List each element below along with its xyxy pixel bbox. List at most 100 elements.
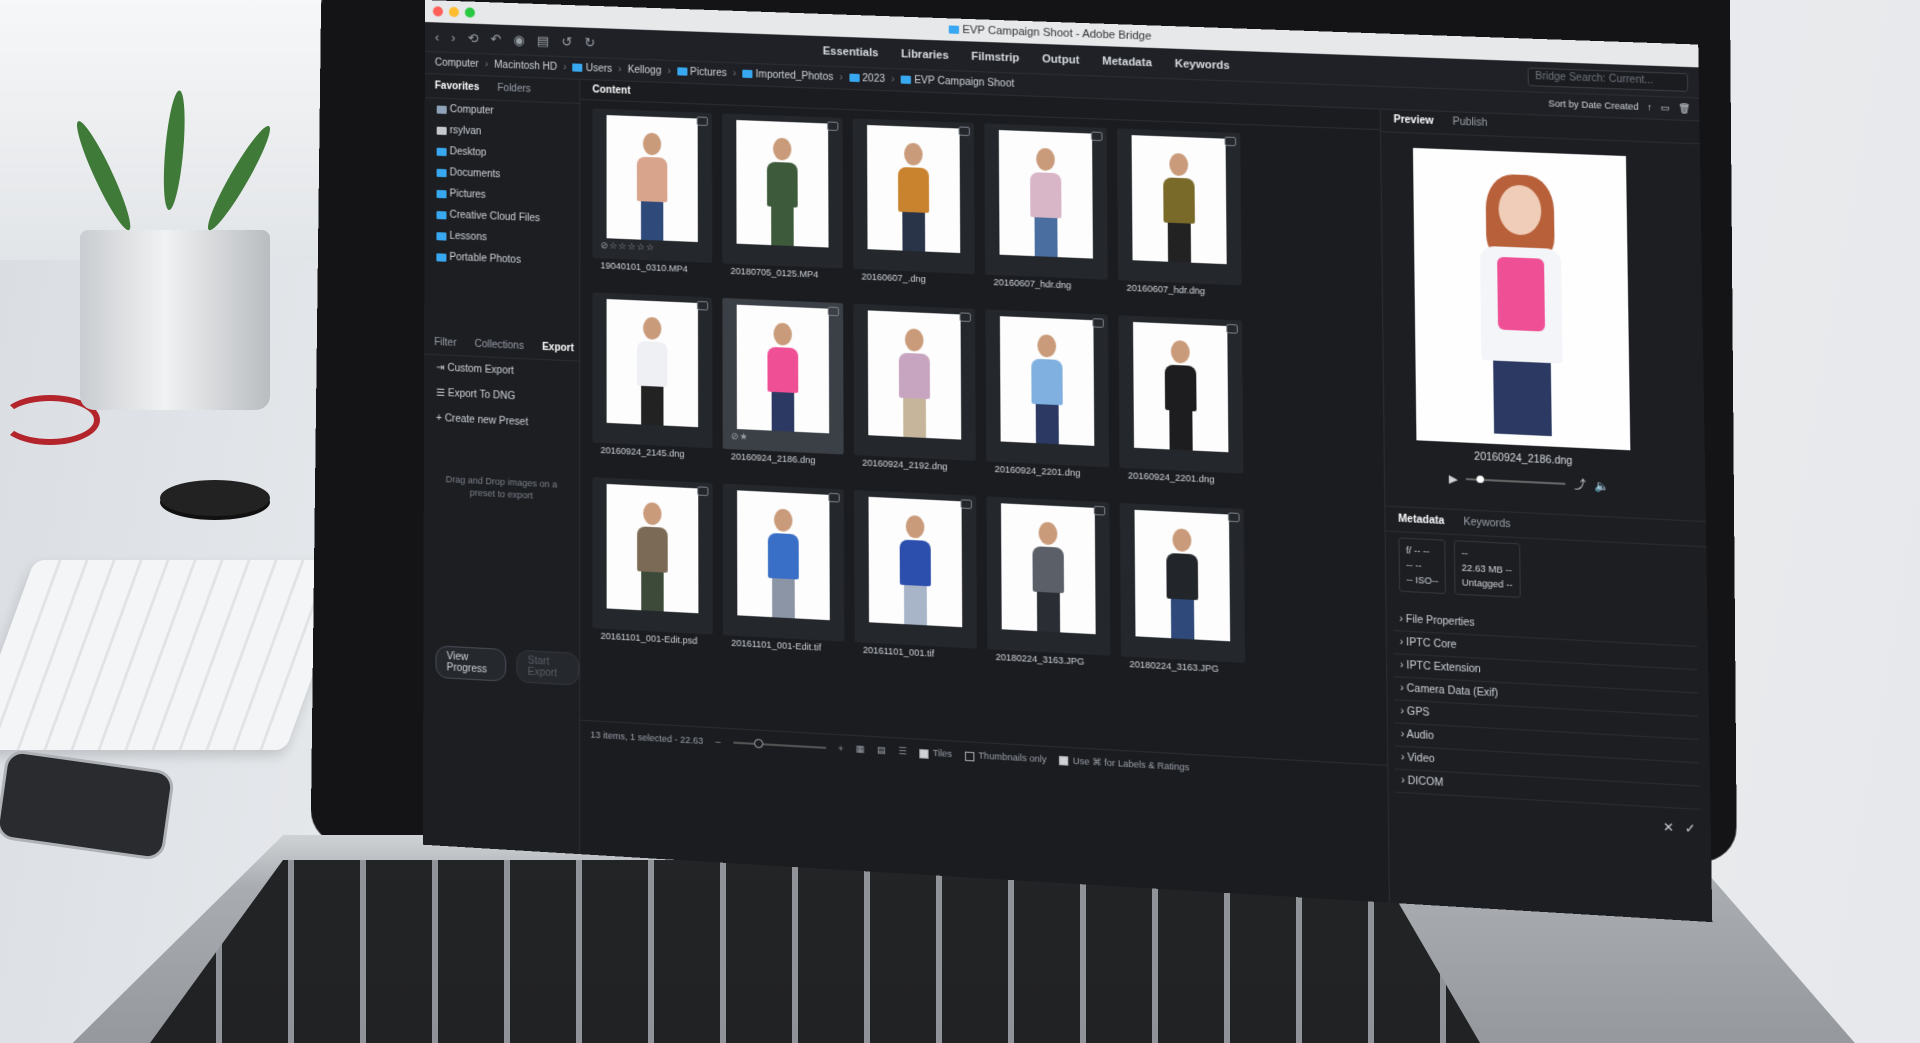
- tab-keywords[interactable]: Keywords: [1464, 517, 1511, 531]
- camera-raw-badge-icon[interactable]: [1092, 318, 1104, 328]
- zoom-window-button[interactable]: [465, 7, 475, 17]
- trash-icon[interactable]: 🗑: [1678, 102, 1690, 114]
- thumbnail-image: [737, 490, 830, 620]
- zoom-in-icon[interactable]: +: [838, 743, 843, 754]
- tiles-checkbox[interactable]: Tiles: [919, 747, 952, 759]
- thumbnail-item[interactable]: 20161101_001.tif: [854, 490, 977, 649]
- thumbnail-item[interactable]: ⊘☆☆☆☆☆ 19040101_0310.MP4: [592, 108, 712, 263]
- workspace-output[interactable]: Output: [1042, 53, 1079, 67]
- rating-stars[interactable]: ⊘☆☆☆☆☆: [600, 240, 655, 253]
- boomerang-icon[interactable]: ↶: [490, 31, 501, 47]
- volume-icon[interactable]: 🔈: [1595, 478, 1610, 492]
- camera-raw-badge-icon[interactable]: [1091, 132, 1102, 142]
- media-player: ▶ ⤴ 🔈: [1449, 471, 1610, 493]
- tab-export[interactable]: Export: [542, 342, 574, 355]
- rotate-right-icon[interactable]: ↻: [584, 34, 595, 50]
- sort-direction-icon[interactable]: ↑: [1647, 102, 1652, 113]
- thumbnails-only-checkbox[interactable]: Thumbnails only: [965, 750, 1047, 765]
- thumbnail-item[interactable]: 20180224_3163.JPG: [986, 496, 1110, 655]
- camera-raw-badge-icon[interactable]: [697, 116, 708, 126]
- camera-raw-badge-icon[interactable]: [1226, 324, 1238, 334]
- thumbnail-item[interactable]: 20160607_hdr.dng: [1117, 128, 1242, 285]
- person-figure: [1030, 148, 1062, 258]
- forward-icon[interactable]: ›: [451, 29, 455, 45]
- thumbnail-item[interactable]: 20161101_001-Edit.psd: [592, 477, 712, 634]
- export-frame-icon[interactable]: ⤴: [1574, 476, 1586, 493]
- sort-dropdown[interactable]: Sort by Date Created: [1548, 98, 1639, 112]
- new-folder-icon[interactable]: ▭: [1661, 102, 1670, 114]
- camera-raw-badge-icon[interactable]: [961, 499, 972, 509]
- thumbnail-image: [737, 305, 830, 434]
- breadcrumb-pictures[interactable]: Pictures: [677, 66, 727, 79]
- zoom-out-icon[interactable]: –: [716, 736, 721, 747]
- breadcrumb-2023[interactable]: 2023: [849, 73, 885, 85]
- cancel-icon[interactable]: ✕: [1663, 819, 1674, 834]
- apply-icon[interactable]: ✓: [1685, 821, 1696, 836]
- rotate-left-icon[interactable]: ↺: [561, 33, 572, 49]
- tab-folders[interactable]: Folders: [497, 83, 531, 95]
- thumbnail-item[interactable]: 20160607_hdr.dng: [984, 123, 1107, 279]
- workspace-filmstrip[interactable]: Filmstrip: [971, 50, 1019, 64]
- breadcrumb-evp-campaign-shoot[interactable]: EVP Campaign Shoot: [901, 74, 1014, 89]
- refine-icon[interactable]: ▤: [537, 33, 549, 50]
- grid-view-icon[interactable]: ▦: [856, 743, 865, 755]
- view-progress-button[interactable]: View Progress: [435, 645, 506, 682]
- window-controls[interactable]: [433, 6, 475, 17]
- camera-raw-badge-icon[interactable]: [828, 307, 839, 317]
- camera-raw-badge-icon[interactable]: [828, 493, 839, 503]
- camera-raw-badge-icon[interactable]: [959, 126, 970, 136]
- desk-keyboard: [0, 560, 355, 750]
- minimize-window-button[interactable]: [449, 7, 459, 17]
- search-input[interactable]: Bridge Search: Current...: [1528, 67, 1689, 91]
- camera-raw-badge-icon[interactable]: [697, 301, 708, 311]
- breadcrumb-computer[interactable]: Computer: [435, 57, 479, 70]
- back-icon[interactable]: ‹: [435, 29, 439, 45]
- thumbnail-item[interactable]: 20160924_2201.dng: [985, 309, 1109, 467]
- tab-collections[interactable]: Collections: [475, 339, 524, 352]
- thumbnail-filename: 20160924_2201.dng: [1128, 470, 1215, 485]
- tab-filter[interactable]: Filter: [434, 337, 456, 349]
- thumbnail-item[interactable]: 20160607_.dng: [853, 118, 975, 274]
- thumbnail-item[interactable]: ⊘★ 20160924_2186.dng: [722, 298, 843, 455]
- labels-ratings-checkbox[interactable]: Use ⌘ for Labels & Ratings: [1059, 755, 1189, 774]
- workspace-libraries[interactable]: Libraries: [901, 48, 949, 62]
- camera-raw-badge-icon[interactable]: [827, 121, 838, 131]
- thumbnail-item[interactable]: 20160924_2201.dng: [1118, 315, 1243, 474]
- thumbnail-item[interactable]: 20160924_2192.dng: [853, 304, 975, 461]
- camera-raw-badge-icon[interactable]: [1094, 506, 1106, 516]
- tab-publish[interactable]: Publish: [1453, 116, 1488, 129]
- thumbnail-item[interactable]: 20180705_0125.MP4: [722, 113, 843, 268]
- breadcrumb-kellogg[interactable]: Kellogg: [628, 64, 662, 76]
- camera-icon[interactable]: ◉: [513, 32, 524, 48]
- details-view-icon[interactable]: ▤: [877, 745, 886, 757]
- thumbnail-item[interactable]: 20180224_3163.JPG: [1120, 503, 1245, 663]
- tab-favorites[interactable]: Favorites: [435, 80, 480, 93]
- camera-raw-badge-icon[interactable]: [697, 486, 708, 496]
- history-icon[interactable]: ⟲: [468, 30, 479, 46]
- thumbnail-image: [1132, 135, 1227, 264]
- breadcrumb-macintosh-hd[interactable]: Macintosh HD: [494, 60, 557, 73]
- breadcrumb-imported-photos[interactable]: Imported_Photos: [742, 69, 833, 83]
- camera-raw-badge-icon[interactable]: [1224, 137, 1236, 147]
- workspace-metadata[interactable]: Metadata: [1102, 55, 1152, 69]
- breadcrumb-users[interactable]: Users: [573, 62, 612, 75]
- tab-preview[interactable]: Preview: [1394, 114, 1434, 127]
- content-panel: Content ⊘☆☆☆☆☆ 19040101_0310.MP4 20180705_…: [580, 80, 1389, 903]
- thumbnail-size-slider[interactable]: [733, 741, 826, 748]
- tab-metadata[interactable]: Metadata: [1398, 513, 1444, 527]
- person-torso: [767, 162, 798, 208]
- thumbnail-item[interactable]: 20161101_001-Edit.tif: [723, 483, 845, 641]
- photo-scene: EVP Campaign Shoot - Adobe Bridge ‹ › ⟲ …: [0, 0, 1920, 1043]
- start-export-button[interactable]: Start Export: [517, 650, 580, 686]
- workspace-essentials[interactable]: Essentials: [823, 45, 879, 59]
- list-view-icon[interactable]: ☰: [898, 746, 906, 758]
- close-window-button[interactable]: [433, 6, 443, 16]
- thumbnail-item[interactable]: 20160924_2145.dng: [592, 292, 712, 448]
- thumbnail-filename: 20160924_2186.dng: [731, 451, 816, 465]
- playback-scrubber[interactable]: [1466, 478, 1565, 485]
- play-icon[interactable]: ▶: [1449, 472, 1458, 486]
- rating-stars[interactable]: ⊘★: [731, 431, 749, 443]
- camera-raw-badge-icon[interactable]: [960, 312, 971, 322]
- camera-raw-badge-icon[interactable]: [1228, 512, 1240, 522]
- workspace-keywords[interactable]: Keywords: [1175, 57, 1230, 71]
